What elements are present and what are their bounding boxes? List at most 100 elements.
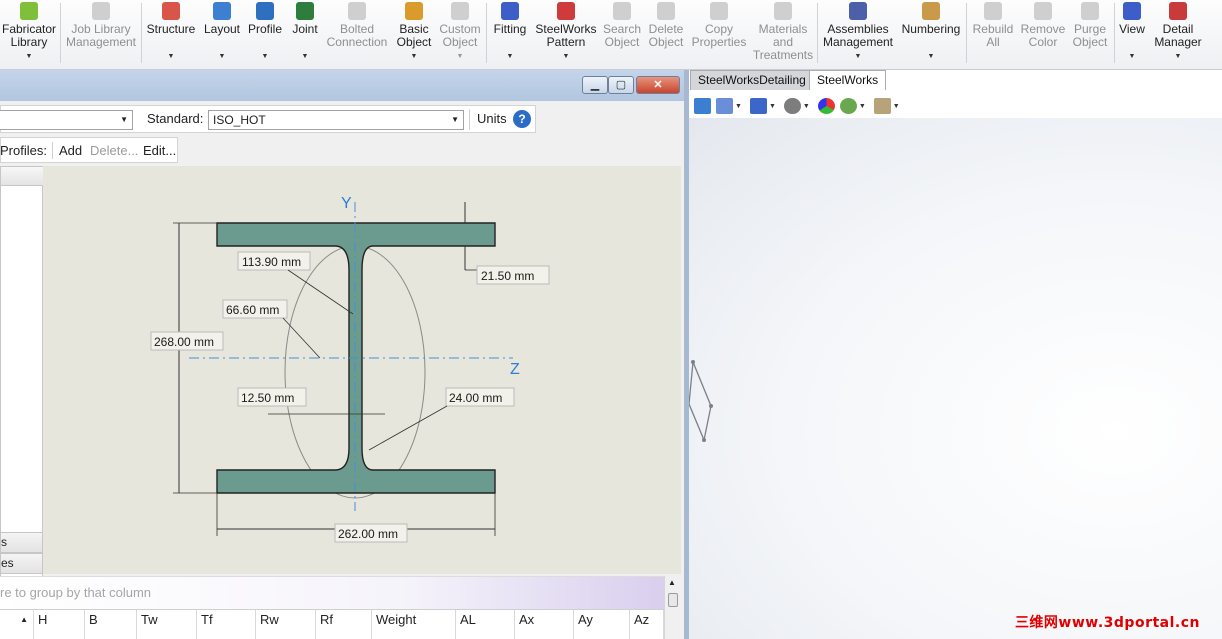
remove-color-icon — [1034, 2, 1052, 20]
chevron-down-icon[interactable]: ▼ — [859, 103, 866, 110]
delete-profile-button[interactable]: Delete... — [90, 143, 138, 158]
layout-button[interactable]: Layout ▼ — [202, 0, 242, 70]
materials-treatments-button[interactable]: Materials and Treatments — [752, 0, 814, 70]
button-label: Rebuild All — [972, 22, 1014, 49]
fabricator-library-icon — [20, 2, 38, 20]
button-label: Purge Object — [1072, 22, 1108, 49]
view-icon — [1123, 2, 1141, 20]
standard-views-icon[interactable] — [694, 98, 711, 114]
rebuild-all-button[interactable]: Rebuild All — [970, 0, 1016, 70]
column-header-az[interactable]: Az — [630, 610, 664, 639]
standard-label: Standard: — [147, 111, 204, 126]
divider — [469, 109, 470, 130]
copy-properties-button[interactable]: Copy Properties — [690, 0, 748, 70]
bolted-connection-icon — [348, 2, 366, 20]
chevron-down-icon[interactable]: ▼ — [893, 103, 900, 110]
chevron-down-icon: ▼ — [301, 53, 309, 60]
custom-object-button[interactable]: Custom Object ▼ — [438, 0, 482, 70]
joint-button[interactable]: Joint ▼ — [288, 0, 322, 70]
job-library-button[interactable]: Job Library Management — [64, 0, 138, 70]
units-button[interactable]: Units — [477, 111, 507, 127]
chevron-down-icon: ▼ — [167, 53, 175, 60]
structure-button[interactable]: Structure ▼ — [145, 0, 197, 70]
column-header-rf[interactable]: Rf — [316, 610, 372, 639]
column-header-al[interactable]: AL — [456, 610, 515, 639]
scene-icon[interactable] — [839, 98, 857, 114]
custom-object-icon — [451, 2, 469, 20]
pattern-icon — [557, 2, 575, 20]
delete-object-button[interactable]: Delete Object — [646, 0, 686, 70]
profile-button[interactable]: Profile ▼ — [246, 0, 284, 70]
flange-thickness-dimension: 21.50 mm — [481, 269, 534, 283]
column-header-tw[interactable]: Tw — [137, 610, 197, 639]
list-item[interactable]: es — [0, 553, 43, 574]
maximize-button[interactable]: ▢ — [608, 76, 634, 94]
view-settings-icon[interactable] — [873, 98, 891, 114]
profile-grid-header: ▲ H B Tw Tf Rw Rf Weight AL Ax Ay Az — [0, 609, 664, 639]
tab-steelworks[interactable]: SteelWorks — [809, 70, 887, 90]
remove-color-button[interactable]: Remove Color — [1020, 0, 1066, 70]
standard-value: ISO_HOT — [213, 113, 266, 127]
button-label: Detail Manager — [1154, 22, 1202, 49]
divider — [52, 142, 53, 159]
chevron-down-icon[interactable]: ▼ — [803, 103, 810, 110]
list-item[interactable]: s — [0, 532, 43, 553]
purge-object-button[interactable]: Purge Object — [1068, 0, 1112, 70]
profile-type-combo[interactable]: ▼ — [0, 110, 133, 130]
search-object-button[interactable]: Search Object — [602, 0, 642, 70]
numbering-button[interactable]: Numbering ▼ — [900, 0, 962, 70]
chevron-down-icon[interactable]: ▼ — [735, 103, 742, 110]
column-header-weight[interactable]: Weight — [372, 610, 456, 639]
fitting-button[interactable]: Fitting ▼ — [490, 0, 530, 70]
z-axis-label: Z — [510, 361, 520, 378]
column-sort-arrow[interactable]: ▲ — [0, 610, 34, 639]
dialog-titlebar[interactable]: ▁ ▢ ✕ — [0, 70, 684, 101]
view-orientation-icon[interactable] — [716, 98, 733, 114]
sort-up-icon: ▲ — [20, 615, 28, 624]
structure-icon — [162, 2, 180, 20]
graphics-viewport[interactable]: 三维网www.3dportal.cn — [689, 118, 1222, 639]
button-label: Assemblies Management — [822, 22, 894, 49]
basic-object-button[interactable]: Basic Object ▼ — [392, 0, 436, 70]
chevron-down-icon: ▼ — [410, 53, 418, 60]
help-icon[interactable]: ? — [513, 110, 531, 128]
close-button[interactable]: ✕ — [636, 76, 680, 94]
vertical-scrollbar[interactable]: ▲ — [664, 576, 681, 639]
chevron-down-icon: ▼ — [261, 53, 269, 60]
column-header-tf[interactable]: Tf — [197, 610, 256, 639]
column-header-ax[interactable]: Ax — [515, 610, 574, 639]
column-header-rw[interactable]: Rw — [256, 610, 316, 639]
job-library-icon — [92, 2, 110, 20]
edit-profile-button[interactable]: Edit... — [143, 143, 176, 158]
appearance-icon[interactable] — [817, 98, 835, 114]
button-label: Basic Object — [396, 22, 432, 49]
standard-combo[interactable]: ISO_HOT ▼ — [208, 110, 464, 130]
add-profile-button[interactable]: Add — [59, 143, 82, 158]
profiles-row: Profiles: Add Delete... Edit... — [0, 137, 178, 163]
hide-show-icon[interactable] — [783, 98, 801, 114]
scrollbar-thumb[interactable] — [668, 593, 678, 607]
detail-manager-button[interactable]: Detail Manager ▼ — [1152, 0, 1204, 70]
ribbon-separator — [60, 3, 61, 63]
assemblies-management-button[interactable]: Assemblies Management ▼ — [820, 0, 896, 70]
column-header-ay[interactable]: Ay — [574, 610, 630, 639]
display-style-icon[interactable] — [749, 98, 767, 114]
chevron-down-icon: ▼ — [927, 53, 935, 60]
chevron-up-icon[interactable]: ▲ — [668, 578, 676, 587]
radius-dimension: 24.00 mm — [449, 391, 502, 405]
tab-steelworks-detailing[interactable]: SteelWorksDetailing — [690, 70, 814, 90]
group-by-band[interactable]: re to group by that column — [0, 576, 664, 609]
bolted-connection-button[interactable]: Bolted Connection — [326, 0, 388, 70]
column-header-b[interactable]: B — [85, 610, 137, 639]
copy-properties-icon — [710, 2, 728, 20]
height-dimension: 268.00 mm — [154, 335, 214, 349]
chevron-down-icon: ▼ — [218, 53, 226, 60]
steelworks-pattern-button[interactable]: SteelWorks Pattern ▼ — [534, 0, 598, 70]
column-header-h[interactable]: H — [34, 610, 85, 639]
button-label: Remove Color — [1020, 22, 1066, 49]
chevron-down-icon[interactable]: ▼ — [769, 103, 776, 110]
minimize-button[interactable]: ▁ — [582, 76, 608, 94]
fabricator-library-button[interactable]: Fabricator Library ▼ — [0, 0, 58, 70]
chevron-down-icon: ▼ — [120, 115, 128, 124]
view-button[interactable]: View ▼ — [1116, 0, 1148, 70]
